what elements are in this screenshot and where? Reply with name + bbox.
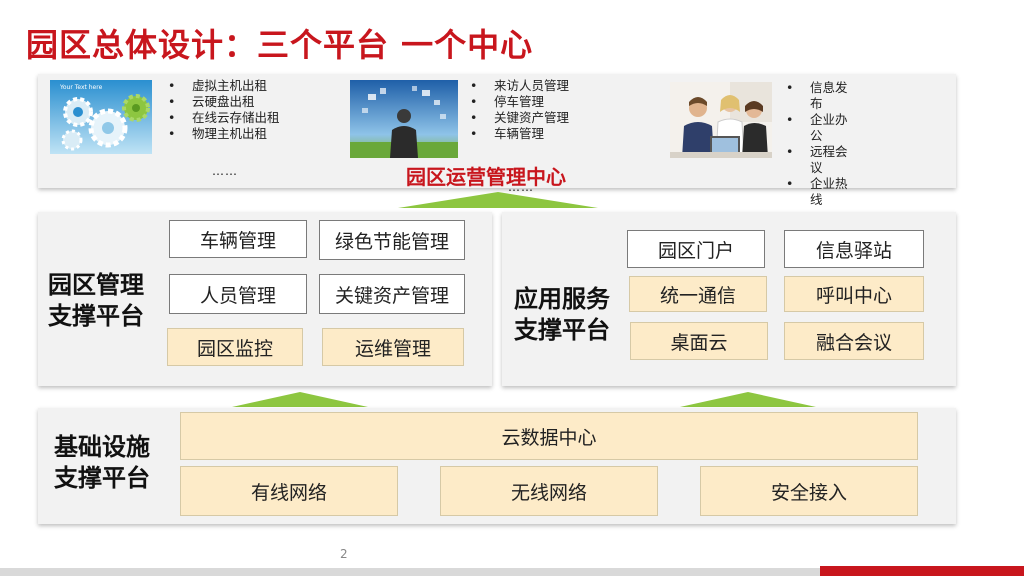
wired-network-box: 有线网络 [180,466,398,516]
cloud-data-center-box: 云数据中心 [180,412,918,460]
list-item: 来访人员管理 [470,78,574,94]
list-item: 在线云存储出租 [168,110,288,126]
energy-management-box: 绿色节能管理 [319,220,465,260]
wireless-network-box: 无线网络 [440,466,658,516]
operations-center-label: 园区运营管理中心 [406,165,566,189]
unified-communication-box: 统一通信 [629,276,767,312]
up-arrow [398,192,598,208]
secure-access-box: 安全接入 [700,466,918,516]
list-item: 关键资产管理 [470,110,574,126]
list-item: 信息发布 [786,80,858,112]
infrastructure-platform-title: 基础设施 支撑平台 [54,433,150,492]
up-arrow [680,392,816,407]
info-station-box: 信息驿站 [784,230,924,268]
management-platform-title: 园区管理 支撑平台 [48,271,144,330]
footer-bar [0,568,820,576]
converged-meeting-box: 融合会议 [784,322,924,360]
list-item: 企业办公 [786,112,858,144]
gears-image: Your Text here [50,80,152,154]
list-item: 车辆管理 [470,126,574,142]
asset-management-box: 关键资产管理 [319,274,465,314]
list-item: 企业热线 [786,176,858,208]
list-item: 停车管理 [470,94,574,110]
park-portal-box: 园区门户 [627,230,765,268]
park-management-list: 来访人员管理 停车管理 关键资产管理 车辆管理 [470,78,574,142]
list-more: …… [212,164,238,178]
park-monitoring-box: 园区监控 [167,328,303,366]
application-platform-title: 应用服务 支撑平台 [514,285,610,344]
photo-caption: Your Text here [59,84,103,91]
office-team-image [670,82,772,158]
page-title: 园区总体设计：三个平台 一个中心 [26,26,534,64]
list-item: 远程会议 [786,144,858,176]
list-item: 物理主机出租 [168,126,288,142]
cloud-services-list: 虚拟主机出租 云硬盘出租 在线云存储出租 物理主机出租 [168,78,288,142]
vehicle-management-box: 车辆管理 [169,220,307,258]
list-item: 云硬盘出租 [168,94,288,110]
footer-accent [820,566,1024,576]
personnel-management-box: 人员管理 [169,274,307,314]
list-item: 虚拟主机出租 [168,78,288,94]
page-number: 2 [340,547,348,561]
ops-management-box: 运维管理 [322,328,464,366]
businessman-image [350,80,458,158]
desktop-cloud-box: 桌面云 [630,322,768,360]
enterprise-services-list: 信息发布 企业办公 远程会议 企业热线 [786,80,858,208]
up-arrow [232,392,368,407]
call-center-box: 呼叫中心 [784,276,924,312]
